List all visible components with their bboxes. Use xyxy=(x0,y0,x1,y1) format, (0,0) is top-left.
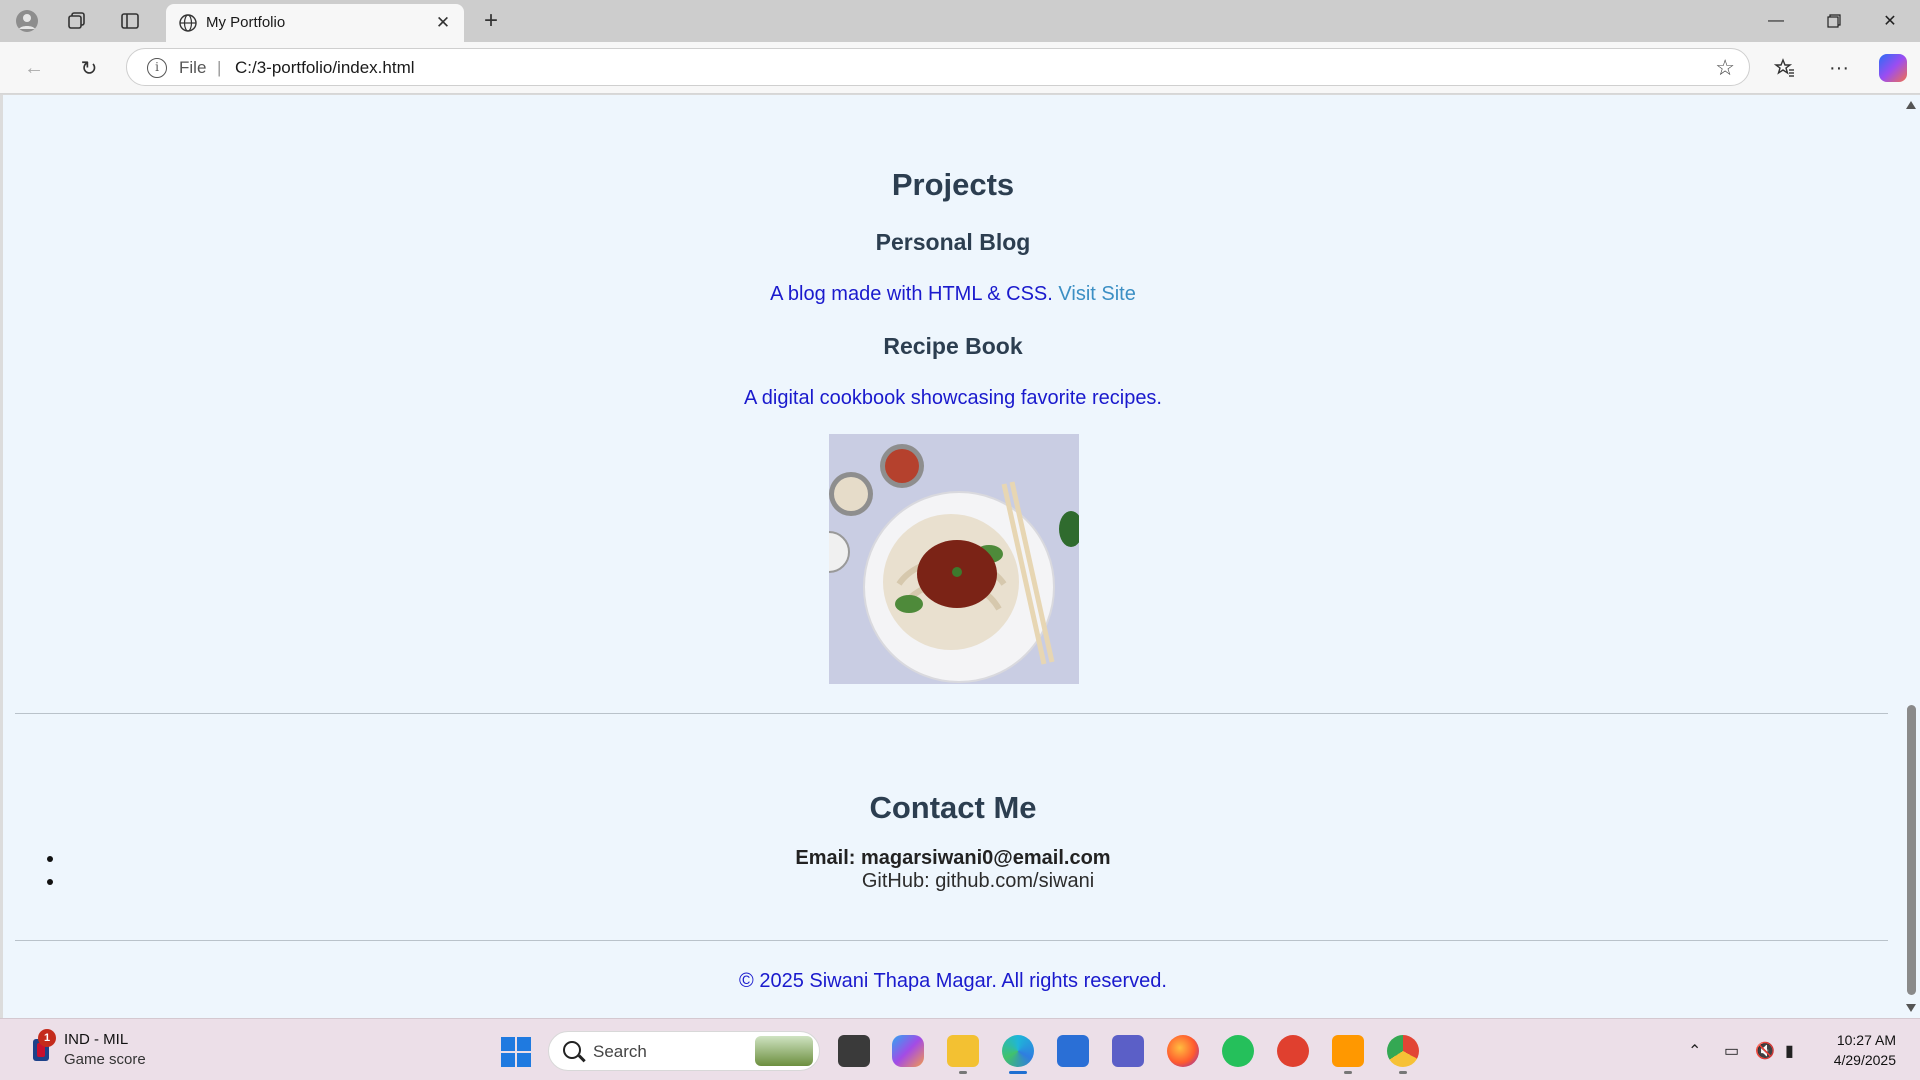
scroll-up-icon[interactable] xyxy=(1906,101,1916,109)
contact-list: Email: magarsiwani0@email.com GitHub: gi… xyxy=(3,847,1903,893)
title-bar: My Portfolio ✕ + — ✕ xyxy=(0,0,1920,42)
contact-heading: Contact Me xyxy=(869,790,1037,825)
taskbar-search[interactable]: Search xyxy=(548,1031,820,1071)
scrollbar-thumb[interactable] xyxy=(1907,705,1916,995)
close-window-icon[interactable]: ✕ xyxy=(1870,6,1910,36)
search-icon xyxy=(563,1041,581,1059)
copilot-app-icon[interactable] xyxy=(892,1035,924,1067)
restore-icon[interactable] xyxy=(1814,6,1854,36)
address-separator: | xyxy=(217,58,222,77)
network-icon[interactable]: ▭ xyxy=(1724,1041,1739,1061)
new-tab-icon[interactable]: + xyxy=(476,6,506,36)
browser-toolbar: ← ↻ i File | C:/3-portfolio/index.html ☆… xyxy=(0,42,1920,94)
project-title: Recipe Book xyxy=(883,333,1023,359)
active-tab[interactable]: My Portfolio ✕ xyxy=(166,4,464,42)
contact-email: Email: magarsiwani0@email.com xyxy=(795,847,1111,869)
workspaces-icon[interactable] xyxy=(62,6,92,36)
taskbar: 1 IND - MIL Game score Search ⌃ ▭ 🔇 ▮ 10… xyxy=(0,1018,1920,1080)
battery-icon[interactable]: ▮ xyxy=(1785,1041,1794,1061)
search-highlight-image xyxy=(755,1036,813,1066)
project-description: A blog made with HTML & CSS. Visit Site xyxy=(3,283,1903,306)
task-view-icon[interactable] xyxy=(838,1035,870,1067)
projects-heading: Projects xyxy=(891,167,1015,202)
chrome-icon[interactable] xyxy=(1387,1035,1419,1067)
back-icon[interactable]: ← xyxy=(18,52,50,84)
search-placeholder: Search xyxy=(593,1042,647,1061)
notification-badge: 1 xyxy=(38,1029,56,1047)
list-item: GitHub: github.com/siwani xyxy=(3,870,1903,893)
vertical-tabs-icon[interactable] xyxy=(115,6,145,36)
address-url[interactable]: C:/3-portfolio/index.html xyxy=(235,58,415,78)
minimize-icon[interactable]: — xyxy=(1756,6,1796,36)
recipe-image xyxy=(829,434,1079,684)
wps-office-icon[interactable] xyxy=(1277,1035,1309,1067)
visit-site-link[interactable]: Visit Site xyxy=(1058,283,1135,305)
contact-github: GitHub: github.com/siwani xyxy=(861,870,1095,892)
file-explorer-icon[interactable] xyxy=(947,1035,979,1067)
project-title: Personal Blog xyxy=(875,229,1031,255)
list-bullet xyxy=(47,856,53,862)
widget-title: IND - MIL xyxy=(64,1031,129,1048)
app-active-indicator xyxy=(1009,1071,1027,1074)
section-divider xyxy=(15,713,1888,714)
widget-subtitle: Game score xyxy=(64,1051,146,1068)
volume-muted-icon[interactable]: 🔇 xyxy=(1755,1041,1775,1061)
address-bar[interactable]: i File | C:/3-portfolio/index.html ☆ xyxy=(126,48,1750,86)
globe-icon xyxy=(179,14,197,32)
address-scheme: File xyxy=(179,58,207,77)
close-tab-icon[interactable]: ✕ xyxy=(432,12,454,34)
more-options-icon[interactable]: ··· xyxy=(1822,52,1856,84)
firefox-icon[interactable] xyxy=(1167,1035,1199,1067)
site-info-icon[interactable]: i xyxy=(147,58,167,78)
favorite-star-icon[interactable]: ☆ xyxy=(1715,55,1735,81)
page-viewport: Projects Personal Blog A blog made with … xyxy=(0,95,1920,1018)
taskbar-time[interactable]: 10:27 AM xyxy=(1837,1032,1896,1048)
refresh-icon[interactable]: ↻ xyxy=(73,52,105,84)
chevron-up-icon[interactable]: ⌃ xyxy=(1688,1041,1701,1061)
list-bullet xyxy=(47,879,53,885)
footer-copyright: © 2025 Siwani Thapa Magar. All rights re… xyxy=(739,970,1167,992)
project-description: A digital cookbook showcasing favorite r… xyxy=(743,387,1162,409)
sublime-text-icon[interactable] xyxy=(1332,1035,1364,1067)
scroll-down-icon[interactable] xyxy=(1906,1004,1916,1012)
project-description-text: A blog made with HTML & CSS. xyxy=(770,283,1053,305)
page-content: Projects Personal Blog A blog made with … xyxy=(3,95,1903,1018)
favorites-icon[interactable] xyxy=(1768,52,1802,84)
list-item: Email: magarsiwani0@email.com xyxy=(3,847,1903,870)
taskbar-date[interactable]: 4/29/2025 xyxy=(1834,1052,1896,1068)
teams-icon[interactable] xyxy=(1112,1035,1144,1067)
app-running-indicator xyxy=(959,1071,967,1074)
vertical-scrollbar[interactable] xyxy=(1902,95,1920,1018)
tab-title: My Portfolio xyxy=(206,14,286,31)
windows-start-icon[interactable] xyxy=(501,1037,531,1067)
copilot-icon[interactable] xyxy=(1879,54,1907,82)
profile-icon[interactable] xyxy=(12,6,42,36)
whatsapp-icon[interactable] xyxy=(1222,1035,1254,1067)
footer-divider xyxy=(15,940,1888,941)
app-running-indicator xyxy=(1344,1071,1352,1074)
app-running-indicator xyxy=(1399,1071,1407,1074)
edge-browser-icon[interactable] xyxy=(1002,1035,1034,1067)
microsoft-store-icon[interactable] xyxy=(1057,1035,1089,1067)
